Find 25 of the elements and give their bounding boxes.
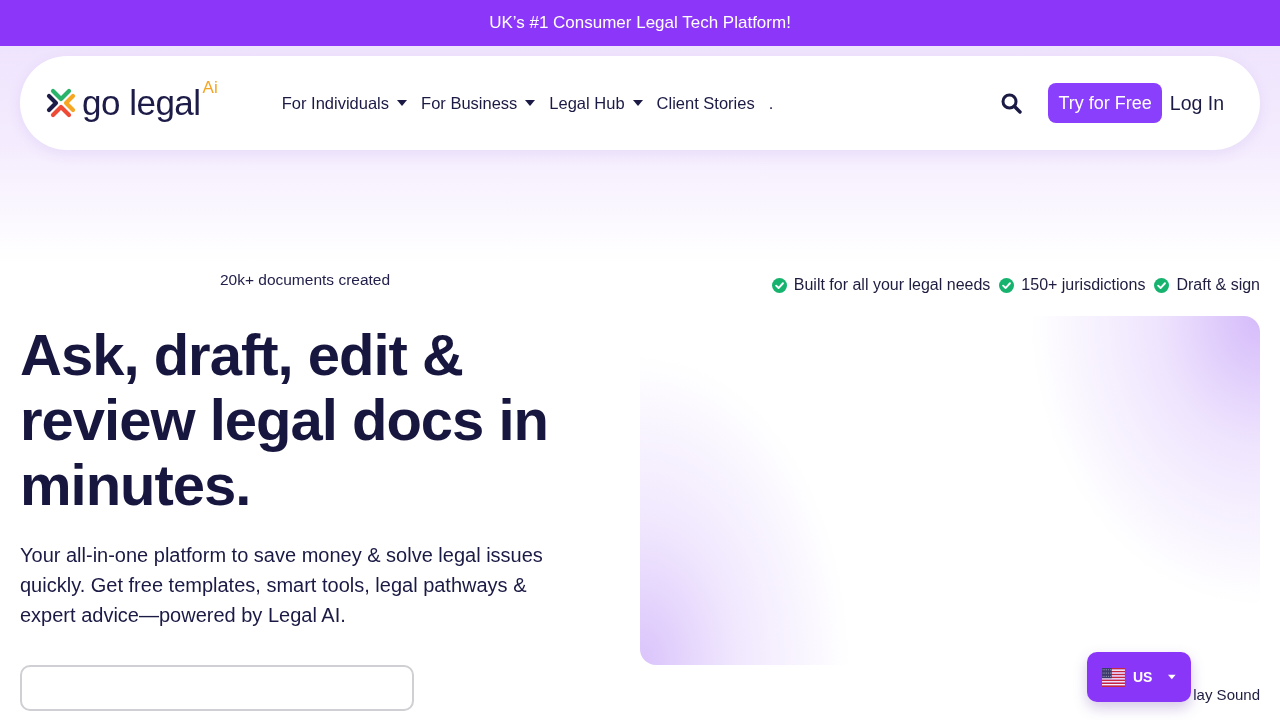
hero-heading: Ask, draft, edit & review legal docs in minutes. <box>20 322 549 517</box>
caret-icon <box>1168 674 1176 680</box>
nav-link[interactable]: For Individuals <box>281 92 408 114</box>
feature-text: 150+ jurisdictions <box>1021 275 1146 295</box>
log-in-link[interactable]: Log In <box>1169 91 1224 115</box>
nav-link[interactable]: For Business <box>421 92 536 114</box>
feature-text: Built for all your legal needs <box>793 275 991 295</box>
search-icon[interactable] <box>1001 92 1023 114</box>
flag-icon <box>1102 667 1125 687</box>
check-icon <box>771 277 787 293</box>
try-for-free-button[interactable]: Try for Free <box>1048 83 1162 123</box>
announcement-bar: UK’s #1 Consumer Legal Tech Platform! <box>0 0 1280 46</box>
play-sound-text[interactable]: lay Sound <box>1193 686 1260 703</box>
logo-icon[interactable] <box>45 87 77 119</box>
check-icon <box>1154 277 1170 293</box>
prompt-input-field[interactable] <box>20 665 414 711</box>
region-selector-button[interactable]: US <box>1087 652 1191 702</box>
feature-text: Draft & sign <box>1176 275 1260 295</box>
documents-created-text: 20k+ documents created <box>218 270 392 290</box>
nav-link[interactable]: . <box>768 92 774 114</box>
hero-description: Your all-in-one platform to save money & solve legal issues quickly. Get free templates, smart tools, legal pathways & expert advice—powered by Legal AI. <box>20 543 544 628</box>
nav-link[interactable]: Client Stories <box>656 92 755 114</box>
logo-wordmark[interactable]: go legal <box>82 83 201 123</box>
check-icon <box>999 277 1015 293</box>
nav-link[interactable]: Legal Hub <box>549 92 643 114</box>
